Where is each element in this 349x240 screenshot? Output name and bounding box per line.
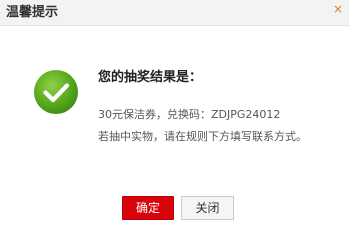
result-heading: 您的抽奖结果是： [98,70,203,85]
prize-text: 30元保洁券，兑换码：ZDJPG24012 [98,108,281,121]
dialog-title: 温馨提示 [6,5,59,20]
close-icon[interactable]: × [331,2,345,16]
check-circle-icon [34,70,78,114]
dialog-footer: 确定 关闭 [0,186,349,224]
prompt-dialog: 温馨提示 × 您的抽奖结果是： 30元保洁券，兑换码：ZDJPG24012 若抽… [0,0,349,224]
dialog-titlebar: 温馨提示 × [0,0,349,26]
contact-note: 若抽中实物，请在规则下方填写联系方式。 [98,130,307,143]
dialog-content: 您的抽奖结果是： 30元保洁券，兑换码：ZDJPG24012 若抽中实物，请在规… [0,27,349,187]
close-button[interactable]: 关闭 [181,196,234,220]
confirm-button[interactable]: 确定 [122,196,174,220]
